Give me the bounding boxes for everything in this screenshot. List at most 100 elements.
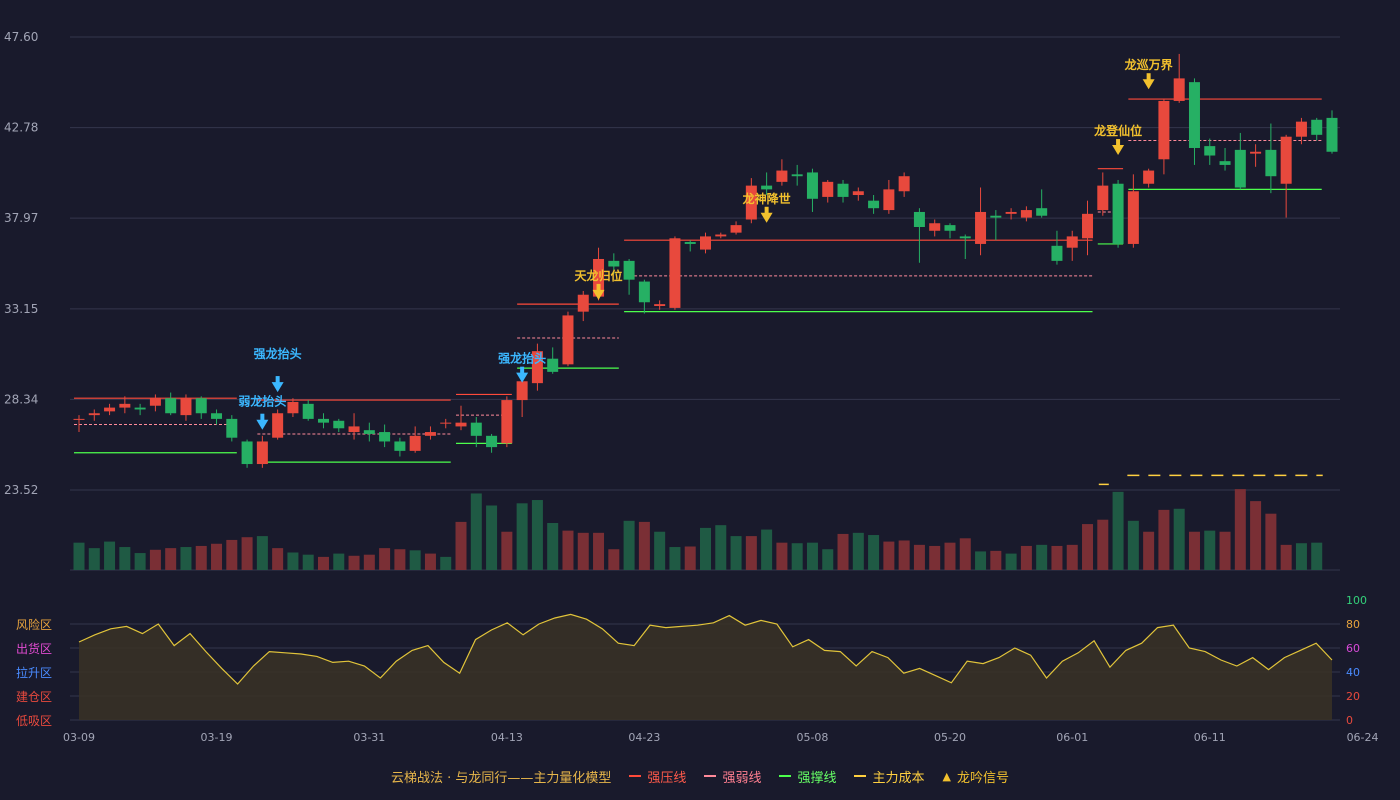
volume-bar — [929, 545, 941, 570]
volume-bar — [791, 543, 803, 570]
volume-bar — [409, 550, 421, 570]
x-tick-label: 06-11 — [1194, 731, 1226, 744]
volume-bar — [1265, 513, 1277, 570]
support-line-icon — [779, 775, 792, 777]
signal-label: 龙神降世 — [743, 191, 791, 206]
signal-arrow-stem — [764, 206, 769, 214]
candle-body — [149, 398, 161, 406]
legend-weak[interactable]: 强弱线 — [704, 767, 761, 786]
candle-body — [104, 407, 116, 412]
legend-resist[interactable]: 强压线 — [629, 767, 686, 786]
volume-bar — [379, 548, 391, 570]
legend-signal[interactable]: ▲ 龙吟信号 — [942, 767, 1008, 786]
signal-arrow-stem — [1146, 73, 1151, 81]
oscillator-tick-label: 80 — [1346, 618, 1360, 631]
oscillator-tick-label: 100 — [1346, 594, 1367, 607]
candle-body — [577, 294, 589, 312]
volume-bar — [455, 521, 467, 570]
volume-bar — [1280, 544, 1292, 570]
candle-body — [1020, 210, 1032, 218]
candle-body — [1311, 119, 1323, 135]
candle-body — [302, 403, 314, 419]
candle-body — [944, 225, 956, 231]
candle-body — [486, 435, 498, 448]
candle-body — [1280, 136, 1292, 184]
volume-bar — [1188, 531, 1200, 570]
signal-label: 龙登仙位 — [1094, 123, 1142, 138]
volume-bar — [180, 547, 192, 570]
oscillator-tick-label: 60 — [1346, 642, 1360, 655]
volume-bar — [211, 543, 223, 570]
volume-bar — [134, 553, 146, 570]
candle-body — [256, 441, 268, 465]
x-tick-label: 05-08 — [796, 731, 828, 744]
candle-body — [1173, 78, 1185, 101]
x-tick-label: 03-31 — [353, 731, 385, 744]
oscillator-zone-label: 拉升区 — [16, 665, 52, 680]
candle-body — [180, 398, 192, 416]
volume-bar — [1250, 501, 1262, 570]
signal-arrow-icon — [256, 419, 269, 430]
x-tick-label: 05-20 — [934, 731, 966, 744]
x-tick-label: 06-01 — [1056, 731, 1088, 744]
volume-bar — [287, 552, 299, 570]
candle-body — [134, 407, 146, 410]
volume-bar — [1234, 489, 1246, 570]
volume-bar — [669, 547, 681, 570]
volume-bar — [1127, 520, 1139, 570]
volume-bar — [1097, 519, 1109, 570]
volume-bar — [226, 539, 238, 570]
legend-weak-label: 强弱线 — [722, 770, 762, 786]
volume-bar — [806, 542, 818, 570]
volume-bar — [638, 521, 650, 570]
volume-bar — [149, 549, 161, 570]
candle-body — [272, 413, 284, 438]
legend-support[interactable]: 强撑线 — [779, 767, 836, 786]
candle-body — [852, 191, 864, 196]
volume-bar — [837, 533, 849, 570]
volume-bar — [959, 538, 971, 570]
volume-bar — [1005, 553, 1017, 570]
volume-bar — [1311, 542, 1323, 570]
volume-bar — [1020, 545, 1032, 570]
signal-arrow-stem — [1116, 139, 1121, 147]
volume-bar — [501, 531, 513, 570]
x-tick-label: 04-23 — [628, 731, 660, 744]
volume-bar — [531, 500, 543, 570]
volume-bar — [1158, 509, 1170, 570]
legend-cost[interactable]: 主力成本 — [854, 767, 924, 786]
candle-body — [1295, 121, 1307, 137]
legend-support-label: 强撑线 — [797, 770, 837, 786]
volume-bar — [822, 549, 834, 570]
volume-bar — [1112, 491, 1124, 570]
candle-body — [791, 174, 803, 177]
volume-bar — [1036, 544, 1048, 570]
candle-body — [1326, 117, 1338, 152]
oscillator-zone-label: 出货区 — [16, 641, 52, 656]
candle-body — [1005, 211, 1017, 214]
signal-arrow-icon — [516, 372, 529, 383]
volume-bar — [317, 556, 329, 570]
volume-bar — [975, 551, 987, 570]
volume-bar — [913, 544, 925, 570]
volume-bar — [1082, 524, 1094, 570]
oscillator-zone-label: 风险区 — [16, 617, 52, 632]
candle-body — [1158, 100, 1170, 160]
signal-arrow-stem — [260, 413, 265, 421]
volume-bar — [593, 532, 605, 570]
candle-body — [516, 381, 528, 401]
volume-bar — [547, 522, 559, 570]
volume-bar — [88, 548, 100, 570]
signal-arrow-icon — [271, 382, 284, 393]
candle-body — [761, 185, 773, 190]
oscillator-tick-label: 20 — [1346, 690, 1360, 703]
candle-body — [1143, 170, 1155, 184]
candle-body — [317, 418, 329, 423]
weak-line-icon — [704, 775, 717, 777]
volume-bar — [715, 525, 727, 570]
volume-bar — [363, 554, 375, 570]
candle-body — [975, 211, 987, 244]
oscillator-zone-label: 建仓区 — [16, 690, 52, 704]
volume-bar — [868, 535, 880, 570]
candle-body — [623, 260, 635, 280]
